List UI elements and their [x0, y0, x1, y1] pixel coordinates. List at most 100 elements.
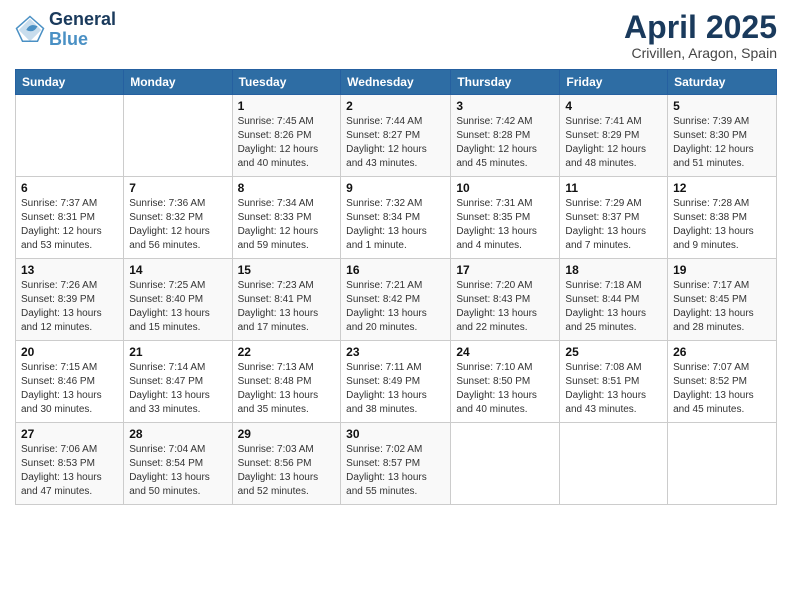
day-cell: 25Sunrise: 7:08 AM Sunset: 8:51 PM Dayli… — [560, 341, 668, 423]
day-cell: 13 Sunrise: 7:26 AM Sunset: 8:39 PM Dayli… — [16, 259, 124, 341]
day-number: 20 — [21, 345, 118, 359]
day-info: Sunrise: 7:20 AM Sunset: 8:43 PM Dayligh… — [456, 279, 554, 335]
day-cell: 26 Sunrise: 7:07 AM Sunset: 8:52 PM Dayli… — [668, 341, 777, 423]
title-block: April 2025 Crivillen, Aragon, Spain — [624, 10, 777, 61]
col-header-thursday: Thursday — [451, 70, 560, 95]
day-cell: 15 Sunrise: 7:23 AM Sunset: 8:41 PM Dayli… — [232, 259, 341, 341]
day-info: Sunrise: 7:36 AM Sunset: 8:32 PM Dayligh… — [129, 197, 226, 253]
day-cell: 11Sunrise: 7:29 AM Sunset: 8:37 PM Dayli… — [560, 177, 668, 259]
day-info: Sunrise: 7:17 AM Sunset: 8:45 PM Dayligh… — [673, 279, 771, 335]
col-header-saturday: Saturday — [668, 70, 777, 95]
day-info: Sunrise: 7:15 AM Sunset: 8:46 PM Dayligh… — [21, 361, 118, 417]
header: General Blue April 2025 Crivillen, Arago… — [15, 10, 777, 61]
day-cell: 19 Sunrise: 7:17 AM Sunset: 8:45 PM Dayli… — [668, 259, 777, 341]
day-cell: 17 Sunrise: 7:20 AM Sunset: 8:43 PM Dayli… — [451, 259, 560, 341]
day-cell: 16 Sunrise: 7:21 AM Sunset: 8:42 PM Dayli… — [341, 259, 451, 341]
day-info: Sunrise: 7:14 AM Sunset: 8:47 PM Dayligh… — [129, 361, 226, 417]
day-info: Sunrise: 7:26 AM Sunset: 8:39 PM Dayligh… — [21, 279, 118, 335]
day-info: Sunrise: 7:07 AM Sunset: 8:52 PM Dayligh… — [673, 361, 771, 417]
day-cell: 8 Sunrise: 7:34 AM Sunset: 8:33 PM Daylig… — [232, 177, 341, 259]
col-header-monday: Monday — [124, 70, 232, 95]
day-number: 18 — [565, 263, 662, 277]
day-info: Sunrise: 7:25 AM Sunset: 8:40 PM Dayligh… — [129, 279, 226, 335]
day-number: 9 — [346, 181, 445, 195]
week-row-4: 20 Sunrise: 7:15 AM Sunset: 8:46 PM Dayli… — [16, 341, 777, 423]
day-number: 30 — [346, 427, 445, 441]
day-cell: 4Sunrise: 7:41 AM Sunset: 8:29 PM Daylig… — [560, 95, 668, 177]
day-cell: 29Sunrise: 7:03 AM Sunset: 8:56 PM Dayli… — [232, 423, 341, 505]
day-cell: 9 Sunrise: 7:32 AM Sunset: 8:34 PM Daylig… — [341, 177, 451, 259]
day-info: Sunrise: 7:23 AM Sunset: 8:41 PM Dayligh… — [238, 279, 336, 335]
day-number: 26 — [673, 345, 771, 359]
day-info: Sunrise: 7:44 AM Sunset: 8:27 PM Dayligh… — [346, 115, 445, 171]
day-info: Sunrise: 7:39 AM Sunset: 8:30 PM Dayligh… — [673, 115, 771, 171]
day-info: Sunrise: 7:34 AM Sunset: 8:33 PM Dayligh… — [238, 197, 336, 253]
day-number: 2 — [346, 99, 445, 113]
month-title: April 2025 — [624, 10, 777, 45]
day-number: 12 — [673, 181, 771, 195]
day-number: 16 — [346, 263, 445, 277]
day-cell: 30 Sunrise: 7:02 AM Sunset: 8:57 PM Dayli… — [341, 423, 451, 505]
day-info: Sunrise: 7:11 AM Sunset: 8:49 PM Dayligh… — [346, 361, 445, 417]
logo-text: General Blue — [49, 10, 116, 50]
day-cell: 5 Sunrise: 7:39 AM Sunset: 8:30 PM Daylig… — [668, 95, 777, 177]
day-info: Sunrise: 7:21 AM Sunset: 8:42 PM Dayligh… — [346, 279, 445, 335]
day-number: 10 — [456, 181, 554, 195]
day-cell: 28 Sunrise: 7:04 AM Sunset: 8:54 PM Dayli… — [124, 423, 232, 505]
header-row: SundayMondayTuesdayWednesdayThursdayFrid… — [16, 70, 777, 95]
day-info: Sunrise: 7:37 AM Sunset: 8:31 PM Dayligh… — [21, 197, 118, 253]
day-info: Sunrise: 7:13 AM Sunset: 8:48 PM Dayligh… — [238, 361, 336, 417]
day-number: 29 — [238, 427, 336, 441]
calendar-table: SundayMondayTuesdayWednesdayThursdayFrid… — [15, 69, 777, 505]
day-cell: 24Sunrise: 7:10 AM Sunset: 8:50 PM Dayli… — [451, 341, 560, 423]
day-cell: 7Sunrise: 7:36 AM Sunset: 8:32 PM Daylig… — [124, 177, 232, 259]
day-number: 25 — [565, 345, 662, 359]
day-cell — [668, 423, 777, 505]
day-number: 13 — [21, 263, 118, 277]
day-cell: 2 Sunrise: 7:44 AM Sunset: 8:27 PM Daylig… — [341, 95, 451, 177]
day-number: 23 — [346, 345, 445, 359]
day-info: Sunrise: 7:45 AM Sunset: 8:26 PM Dayligh… — [238, 115, 336, 171]
day-info: Sunrise: 7:29 AM Sunset: 8:37 PM Dayligh… — [565, 197, 662, 253]
day-number: 21 — [129, 345, 226, 359]
day-cell: 27 Sunrise: 7:06 AM Sunset: 8:53 PM Dayli… — [16, 423, 124, 505]
logo-general: General — [49, 10, 116, 30]
day-info: Sunrise: 7:41 AM Sunset: 8:29 PM Dayligh… — [565, 115, 662, 171]
day-info: Sunrise: 7:18 AM Sunset: 8:44 PM Dayligh… — [565, 279, 662, 335]
col-header-tuesday: Tuesday — [232, 70, 341, 95]
day-info: Sunrise: 7:31 AM Sunset: 8:35 PM Dayligh… — [456, 197, 554, 253]
location: Crivillen, Aragon, Spain — [624, 45, 777, 61]
logo: General Blue — [15, 10, 116, 50]
day-number: 27 — [21, 427, 118, 441]
day-number: 22 — [238, 345, 336, 359]
day-info: Sunrise: 7:32 AM Sunset: 8:34 PM Dayligh… — [346, 197, 445, 253]
day-number: 8 — [238, 181, 336, 195]
page: General Blue April 2025 Crivillen, Arago… — [0, 0, 792, 612]
day-cell — [16, 95, 124, 177]
week-row-5: 27 Sunrise: 7:06 AM Sunset: 8:53 PM Dayli… — [16, 423, 777, 505]
day-cell: 1 Sunrise: 7:45 AM Sunset: 8:26 PM Daylig… — [232, 95, 341, 177]
col-header-wednesday: Wednesday — [341, 70, 451, 95]
day-number: 19 — [673, 263, 771, 277]
day-number: 1 — [238, 99, 336, 113]
day-info: Sunrise: 7:06 AM Sunset: 8:53 PM Dayligh… — [21, 443, 118, 499]
day-cell: 21 Sunrise: 7:14 AM Sunset: 8:47 PM Dayli… — [124, 341, 232, 423]
day-number: 24 — [456, 345, 554, 359]
day-cell: 6 Sunrise: 7:37 AM Sunset: 8:31 PM Daylig… — [16, 177, 124, 259]
week-row-3: 13 Sunrise: 7:26 AM Sunset: 8:39 PM Dayli… — [16, 259, 777, 341]
day-number: 17 — [456, 263, 554, 277]
day-info: Sunrise: 7:28 AM Sunset: 8:38 PM Dayligh… — [673, 197, 771, 253]
day-cell — [560, 423, 668, 505]
logo-blue: Blue — [49, 29, 88, 49]
day-cell: 18 Sunrise: 7:18 AM Sunset: 8:44 PM Dayli… — [560, 259, 668, 341]
day-number: 28 — [129, 427, 226, 441]
week-row-2: 6 Sunrise: 7:37 AM Sunset: 8:31 PM Daylig… — [16, 177, 777, 259]
day-cell — [124, 95, 232, 177]
day-number: 15 — [238, 263, 336, 277]
day-cell: 20 Sunrise: 7:15 AM Sunset: 8:46 PM Dayli… — [16, 341, 124, 423]
day-info: Sunrise: 7:02 AM Sunset: 8:57 PM Dayligh… — [346, 443, 445, 499]
day-cell: 10 Sunrise: 7:31 AM Sunset: 8:35 PM Dayli… — [451, 177, 560, 259]
day-info: Sunrise: 7:04 AM Sunset: 8:54 PM Dayligh… — [129, 443, 226, 499]
day-number: 5 — [673, 99, 771, 113]
day-number: 6 — [21, 181, 118, 195]
